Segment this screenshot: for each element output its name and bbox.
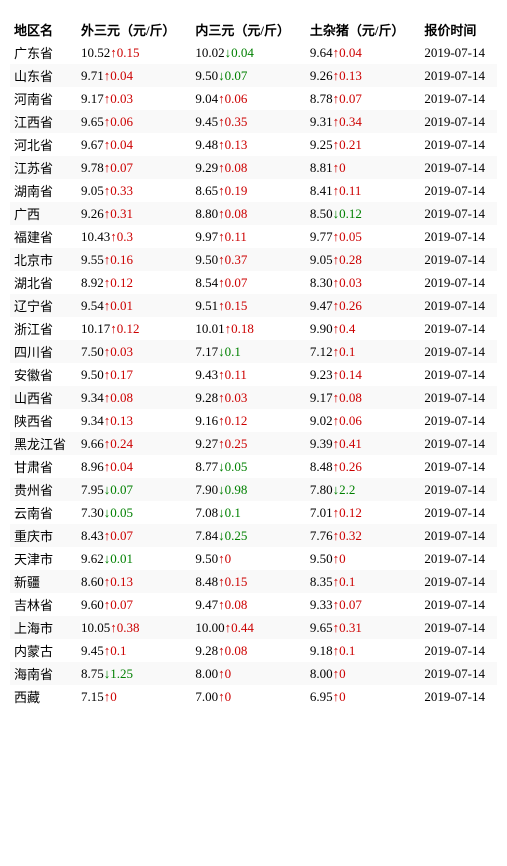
table-row: 辽宁省9.54↑0.019.51↑0.159.47↑0.262019-07-14 <box>10 294 497 317</box>
date-cell: 2019-07-14 <box>420 156 497 179</box>
table-row: 贵州省7.95↓0.077.90↓0.987.80↓2.22019-07-14 <box>10 478 497 501</box>
table-row: 湖北省8.92↑0.128.54↑0.078.30↑0.032019-07-14 <box>10 271 497 294</box>
date-cell: 2019-07-14 <box>420 570 497 593</box>
date-cell: 2019-07-14 <box>420 133 497 156</box>
col-date: 报价时间 <box>420 18 497 41</box>
region-cell: 北京市 <box>10 248 77 271</box>
date-cell: 2019-07-14 <box>420 662 497 685</box>
region-cell: 贵州省 <box>10 478 77 501</box>
table-row: 天津市9.62↓0.019.50↑09.50↑02019-07-14 <box>10 547 497 570</box>
region-cell: 陕西省 <box>10 409 77 432</box>
table-row: 浙江省10.17↑0.1210.01↑0.189.90↑0.42019-07-1… <box>10 317 497 340</box>
date-cell: 2019-07-14 <box>420 409 497 432</box>
date-cell: 2019-07-14 <box>420 616 497 639</box>
table-row: 陕西省9.34↑0.139.16↑0.129.02↑0.062019-07-14 <box>10 409 497 432</box>
date-cell: 2019-07-14 <box>420 685 497 708</box>
date-cell: 2019-07-14 <box>420 432 497 455</box>
table-row: 山西省9.34↑0.089.28↑0.039.17↑0.082019-07-14 <box>10 386 497 409</box>
region-cell: 河北省 <box>10 133 77 156</box>
table-row: 吉林省9.60↑0.079.47↑0.089.33↑0.072019-07-14 <box>10 593 497 616</box>
date-cell: 2019-07-14 <box>420 593 497 616</box>
region-cell: 海南省 <box>10 662 77 685</box>
region-cell: 江苏省 <box>10 156 77 179</box>
table-row: 河北省9.67↑0.049.48↑0.139.25↑0.212019-07-14 <box>10 133 497 156</box>
table-row: 江西省9.65↑0.069.45↑0.359.31↑0.342019-07-14 <box>10 110 497 133</box>
table-row: 甘肃省8.96↑0.048.77↓0.058.48↑0.262019-07-14 <box>10 455 497 478</box>
table-row: 江苏省9.78↑0.079.29↑0.088.81↑02019-07-14 <box>10 156 497 179</box>
date-cell: 2019-07-14 <box>420 501 497 524</box>
region-cell: 上海市 <box>10 616 77 639</box>
price-table: 地区名 外三元（元/斤） 内三元（元/斤） 土杂猪（元/斤） 报价时间 广东省1… <box>10 18 497 708</box>
date-cell: 2019-07-14 <box>420 478 497 501</box>
table-row: 上海市10.05↑0.3810.00↑0.449.65↑0.312019-07-… <box>10 616 497 639</box>
date-cell: 2019-07-14 <box>420 524 497 547</box>
table-row: 黑龙江省9.66↑0.249.27↑0.259.39↑0.412019-07-1… <box>10 432 497 455</box>
date-cell: 2019-07-14 <box>420 317 497 340</box>
region-cell: 山东省 <box>10 64 77 87</box>
date-cell: 2019-07-14 <box>420 271 497 294</box>
region-cell: 四川省 <box>10 340 77 363</box>
region-cell: 吉林省 <box>10 593 77 616</box>
region-cell: 广西 <box>10 202 77 225</box>
table-row: 安徽省9.50↑0.179.43↑0.119.23↑0.142019-07-14 <box>10 363 497 386</box>
table-row: 内蒙古9.45↑0.19.28↑0.089.18↑0.12019-07-14 <box>10 639 497 662</box>
region-cell: 湖南省 <box>10 179 77 202</box>
date-cell: 2019-07-14 <box>420 87 497 110</box>
table-row: 西藏7.15↑07.00↑06.95↑02019-07-14 <box>10 685 497 708</box>
col-p3: 土杂猪（元/斤） <box>306 18 420 41</box>
table-row: 新疆8.60↑0.138.48↑0.158.35↑0.12019-07-14 <box>10 570 497 593</box>
date-cell: 2019-07-14 <box>420 363 497 386</box>
region-cell: 西藏 <box>10 685 77 708</box>
region-cell: 安徽省 <box>10 363 77 386</box>
table-row: 湖南省9.05↑0.338.65↑0.198.41↑0.112019-07-14 <box>10 179 497 202</box>
date-cell: 2019-07-14 <box>420 225 497 248</box>
table-row: 河南省9.17↑0.039.04↑0.068.78↑0.072019-07-14 <box>10 87 497 110</box>
date-cell: 2019-07-14 <box>420 294 497 317</box>
region-cell: 黑龙江省 <box>10 432 77 455</box>
region-cell: 甘肃省 <box>10 455 77 478</box>
date-cell: 2019-07-14 <box>420 547 497 570</box>
date-cell: 2019-07-14 <box>420 110 497 133</box>
region-cell: 重庆市 <box>10 524 77 547</box>
region-cell: 湖北省 <box>10 271 77 294</box>
table-row: 四川省7.50↑0.037.17↓0.17.12↑0.12019-07-14 <box>10 340 497 363</box>
region-cell: 山西省 <box>10 386 77 409</box>
date-cell: 2019-07-14 <box>420 179 497 202</box>
region-cell: 内蒙古 <box>10 639 77 662</box>
col-p1: 外三元（元/斤） <box>77 18 191 41</box>
table-row: 福建省10.43↑0.39.97↑0.119.77↑0.052019-07-14 <box>10 225 497 248</box>
region-cell: 辽宁省 <box>10 294 77 317</box>
table-row: 云南省7.30↓0.057.08↓0.17.01↑0.122019-07-14 <box>10 501 497 524</box>
table-row: 广东省10.52↑0.1510.02↓0.049.64↑0.042019-07-… <box>10 41 497 64</box>
date-cell: 2019-07-14 <box>420 202 497 225</box>
date-cell: 2019-07-14 <box>420 340 497 363</box>
table-row: 广西9.26↑0.318.80↑0.088.50↓0.122019-07-14 <box>10 202 497 225</box>
date-cell: 2019-07-14 <box>420 455 497 478</box>
col-region: 地区名 <box>10 18 77 41</box>
region-cell: 浙江省 <box>10 317 77 340</box>
date-cell: 2019-07-14 <box>420 64 497 87</box>
table-row: 重庆市8.43↑0.077.84↓0.257.76↑0.322019-07-14 <box>10 524 497 547</box>
date-cell: 2019-07-14 <box>420 41 497 64</box>
region-cell: 新疆 <box>10 570 77 593</box>
col-p2: 内三元（元/斤） <box>191 18 305 41</box>
date-cell: 2019-07-14 <box>420 639 497 662</box>
date-cell: 2019-07-14 <box>420 386 497 409</box>
region-cell: 云南省 <box>10 501 77 524</box>
region-cell: 河南省 <box>10 87 77 110</box>
table-row: 山东省9.71↑0.049.50↓0.079.26↑0.132019-07-14 <box>10 64 497 87</box>
region-cell: 广东省 <box>10 41 77 64</box>
region-cell: 江西省 <box>10 110 77 133</box>
date-cell: 2019-07-14 <box>420 248 497 271</box>
table-header: 地区名 外三元（元/斤） 内三元（元/斤） 土杂猪（元/斤） 报价时间 <box>10 18 497 41</box>
region-cell: 天津市 <box>10 547 77 570</box>
table-row: 北京市9.55↑0.169.50↑0.379.05↑0.282019-07-14 <box>10 248 497 271</box>
region-cell: 福建省 <box>10 225 77 248</box>
table-row: 海南省8.75↓1.258.00↑08.00↑02019-07-14 <box>10 662 497 685</box>
